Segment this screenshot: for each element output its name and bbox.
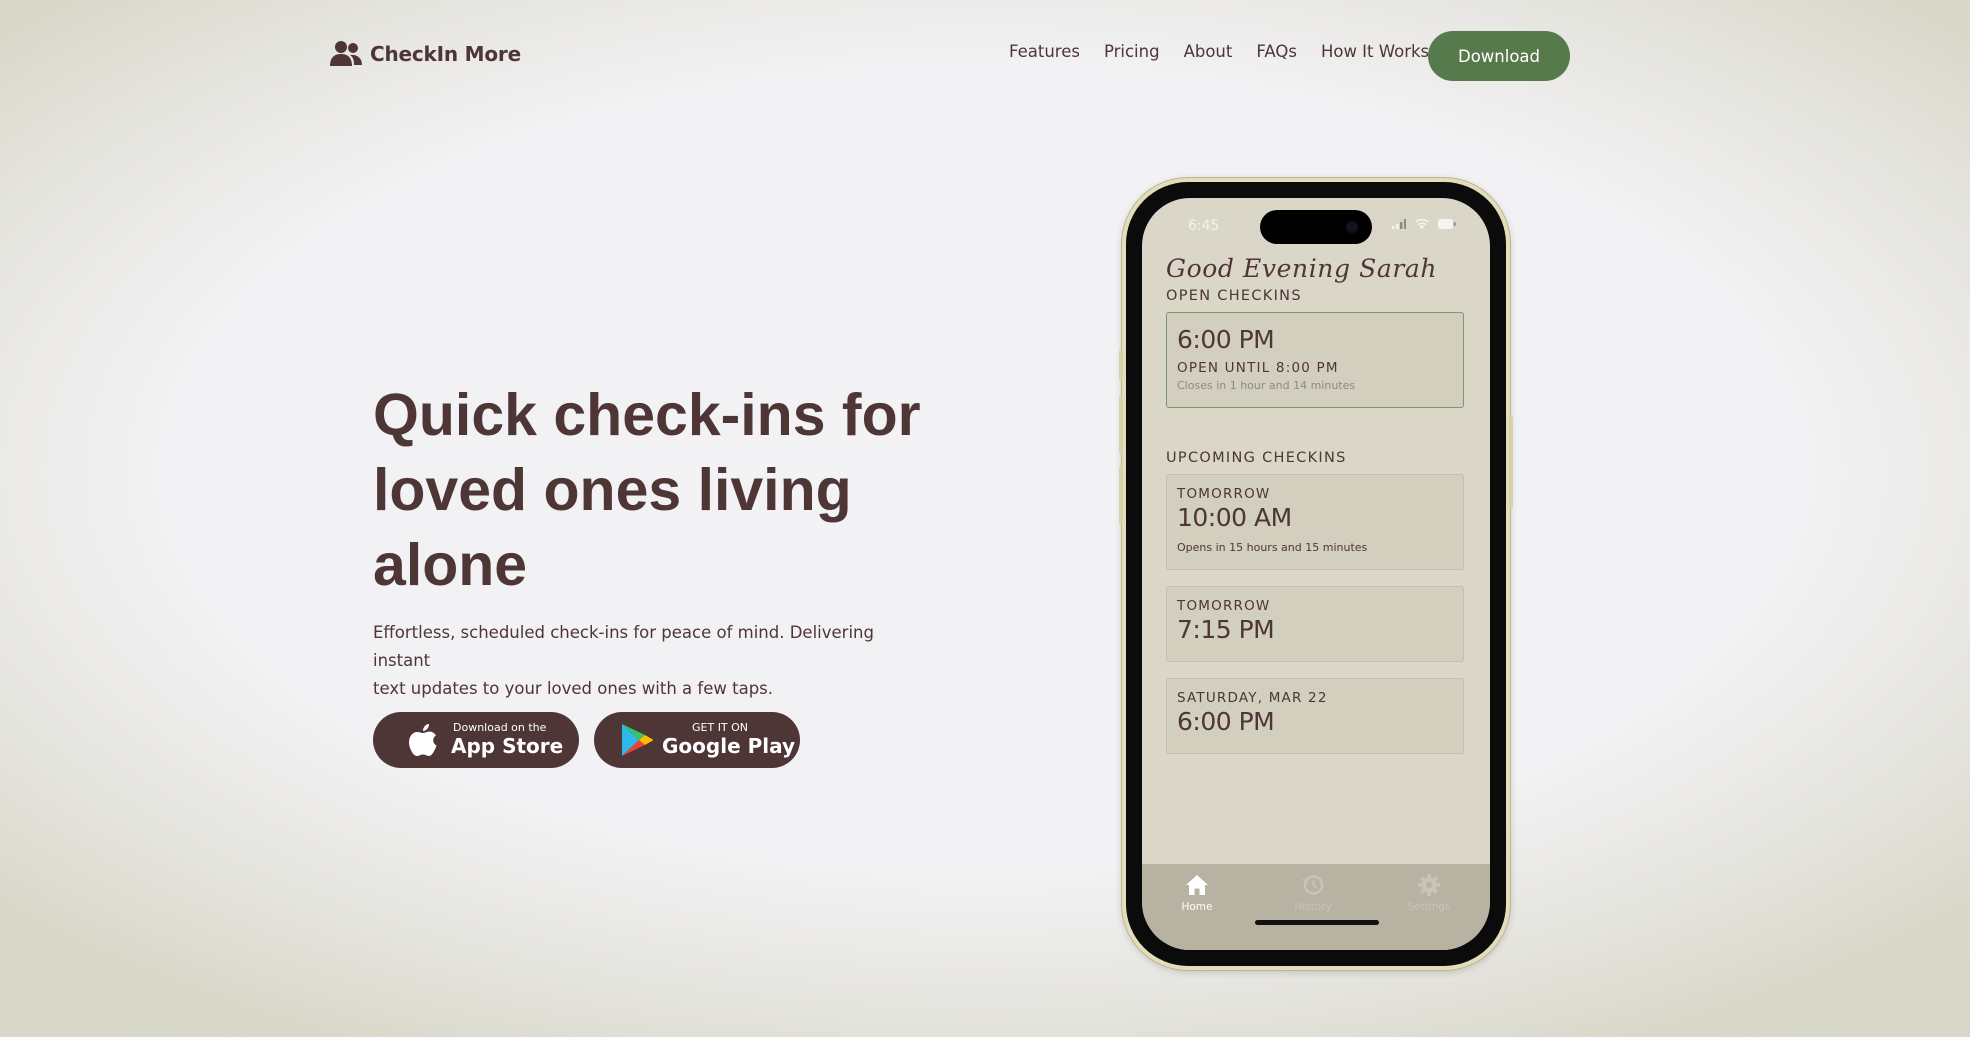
headline-line: loved ones living (373, 457, 852, 523)
google-play-icon (622, 724, 654, 756)
subtitle-line: Effortless, scheduled check-ins for peac… (373, 623, 874, 670)
upcoming-checkin-card[interactable]: TOMORROW 7:15 PM (1166, 586, 1464, 662)
hero-subtitle: Effortless, scheduled check-ins for peac… (373, 619, 913, 703)
top-nav: CheckIn More Features Pricing About FAQs… (0, 0, 1970, 110)
app-store-label: App Store (451, 734, 564, 758)
download-button[interactable]: Download (1428, 31, 1570, 81)
upcoming-checkin-card[interactable]: TOMORROW 10:00 AM Opens in 15 hours and … (1166, 474, 1464, 570)
phone-mockup: 6:45 Good Evening Sarah OPEN CHECKINS 6:… (1119, 178, 1513, 970)
tab-label: Home (1181, 901, 1213, 913)
nav-link-about[interactable]: About (1184, 42, 1233, 61)
checkin-closes-note: Closes in 1 hour and 14 minutes (1177, 379, 1356, 392)
checkin-day: TOMORROW (1177, 598, 1271, 614)
history-icon (1302, 875, 1324, 895)
status-icons (1392, 218, 1456, 230)
signal-icon (1392, 219, 1406, 229)
wifi-icon (1415, 218, 1429, 229)
headline-line: alone (373, 532, 528, 598)
apple-icon (409, 724, 437, 756)
nav-link-how-it-works[interactable]: How It Works (1321, 42, 1429, 61)
tab-history[interactable]: History (1283, 874, 1343, 913)
checkin-time: 10:00 AM (1177, 503, 1292, 532)
phone-bezel: 6:45 Good Evening Sarah OPEN CHECKINS 6:… (1126, 182, 1506, 966)
checkin-time: 6:00 PM (1177, 325, 1275, 354)
phone-button (1119, 396, 1123, 454)
users-icon (330, 41, 362, 66)
checkin-time: 7:15 PM (1177, 615, 1275, 644)
app-store-small-text: Download on the (453, 721, 547, 734)
nav-link-features[interactable]: Features (1009, 42, 1080, 61)
checkin-day: SATURDAY, MAR 22 (1177, 690, 1328, 706)
checkin-day: TOMORROW (1177, 486, 1271, 502)
google-play-label: Google Play (662, 734, 796, 758)
camera-icon (1346, 221, 1358, 233)
google-play-small-text: GET IT ON (692, 721, 749, 734)
tab-label: History (1294, 901, 1332, 913)
checkin-time: 6:00 PM (1177, 707, 1275, 736)
greeting: Good Evening Sarah (1166, 254, 1438, 283)
upcoming-checkin-card[interactable]: SATURDAY, MAR 22 6:00 PM (1166, 678, 1464, 754)
tab-settings[interactable]: Settings (1399, 874, 1459, 913)
phone-button (1509, 416, 1513, 508)
checkin-opens-note: Opens in 15 hours and 15 minutes (1177, 541, 1368, 554)
gear-icon (1418, 874, 1440, 896)
brand-logo[interactable]: CheckIn More (330, 40, 521, 68)
open-checkin-card[interactable]: 6:00 PM OPEN UNTIL 8:00 PM Closes in 1 h… (1166, 312, 1464, 408)
open-checkins-title: OPEN CHECKINS (1166, 288, 1302, 304)
dynamic-island (1260, 210, 1372, 244)
phone-screen: 6:45 Good Evening Sarah OPEN CHECKINS 6:… (1142, 198, 1490, 950)
nav-link-faqs[interactable]: FAQs (1256, 42, 1297, 61)
google-play-button[interactable]: GET IT ON Google Play (594, 712, 800, 768)
upcoming-checkins-title: UPCOMING CHECKINS (1166, 450, 1347, 466)
brand-name: CheckIn More (370, 42, 521, 66)
status-time: 6:45 (1188, 218, 1220, 234)
nav-link-pricing[interactable]: Pricing (1104, 42, 1160, 61)
home-indicator (1255, 920, 1379, 925)
battery-icon (1438, 219, 1456, 229)
checkin-open-until: OPEN UNTIL 8:00 PM (1177, 360, 1339, 376)
tab-label: Settings (1407, 901, 1451, 913)
tab-home[interactable]: Home (1167, 874, 1227, 913)
phone-button (1119, 466, 1123, 524)
headline-line: Quick check-ins for (373, 382, 921, 448)
phone-button (1119, 350, 1123, 380)
subtitle-line: text updates to your loved ones with a f… (373, 679, 774, 698)
home-icon (1186, 875, 1208, 895)
nav-menu: Features Pricing About FAQs How It Works (1009, 42, 1453, 61)
app-store-button[interactable]: Download on the App Store (373, 712, 579, 768)
tab-bar: Home History Settings (1142, 864, 1490, 950)
hero-headline: Quick check-ins for loved ones living al… (373, 378, 993, 603)
